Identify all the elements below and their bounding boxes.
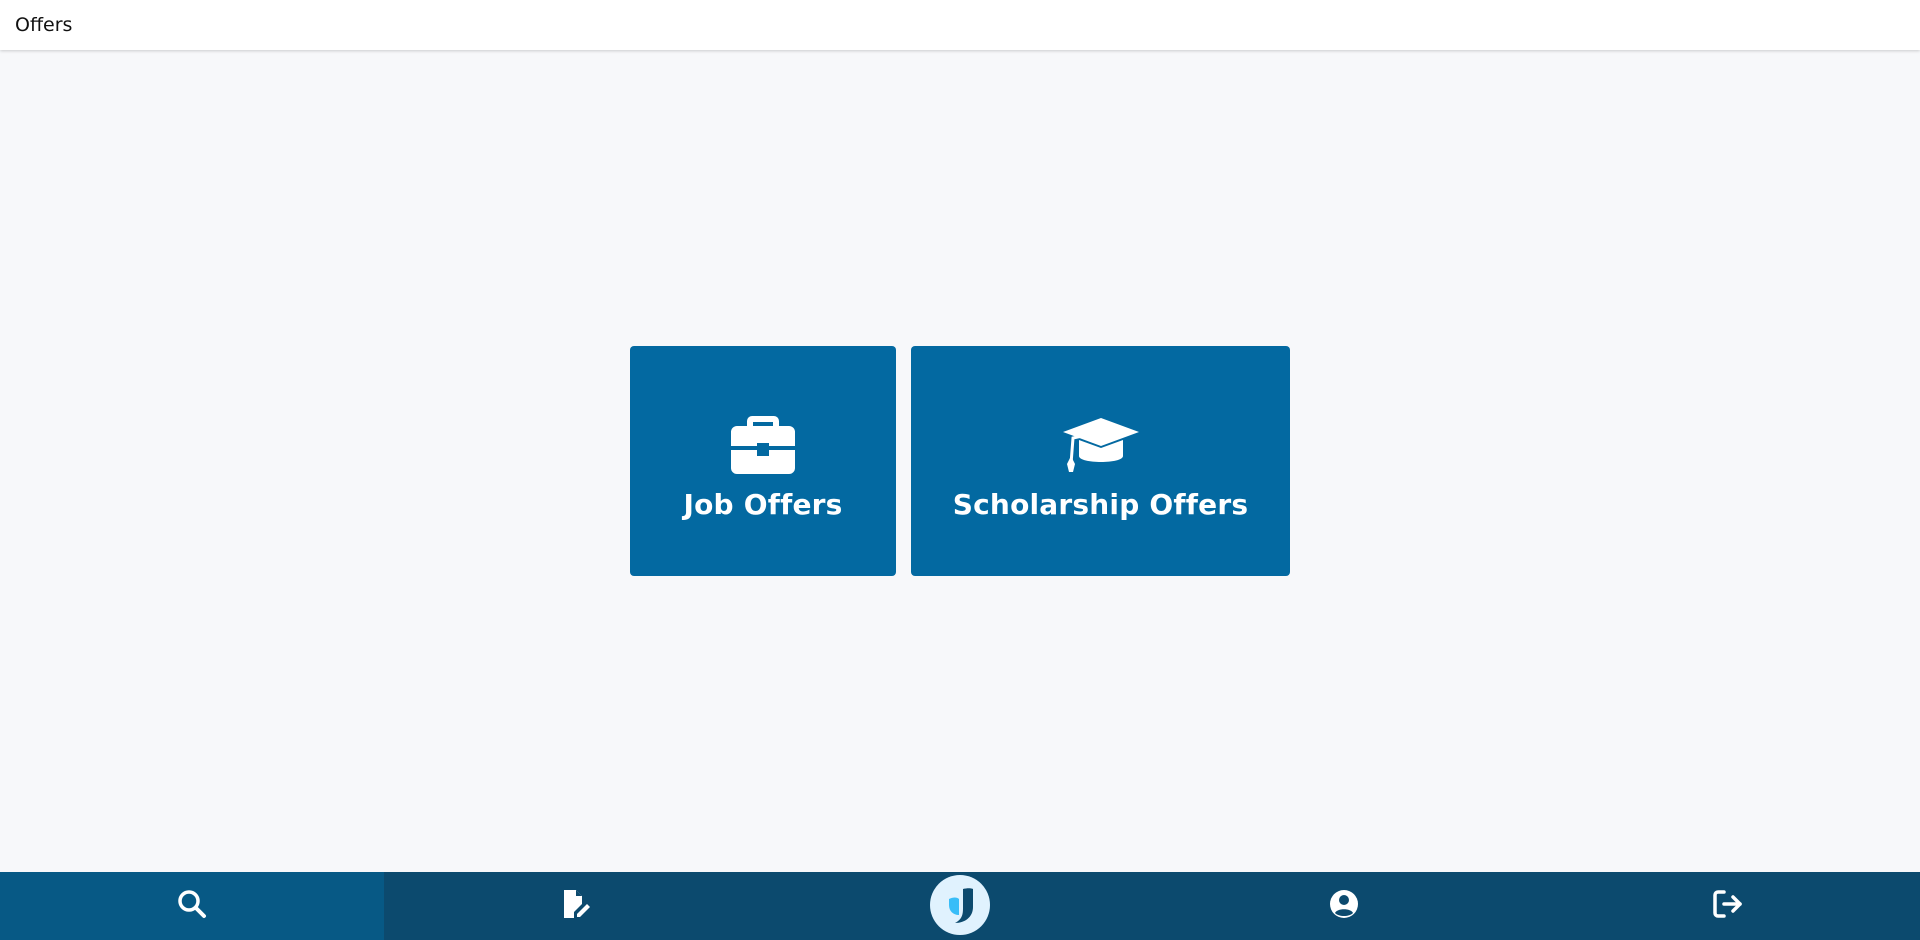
nav-profile[interactable] bbox=[1152, 872, 1536, 940]
nav-search[interactable] bbox=[0, 872, 384, 940]
main-content: Job Offers Scholarship Offers bbox=[0, 50, 1920, 872]
nav-applications[interactable] bbox=[384, 872, 768, 940]
scholarship-offers-tile[interactable]: Scholarship Offers bbox=[911, 346, 1290, 576]
nav-home-logo[interactable] bbox=[768, 872, 1152, 940]
page-title: Offers bbox=[15, 14, 73, 36]
scholarship-offers-label: Scholarship Offers bbox=[952, 487, 1249, 521]
file-edit-icon bbox=[560, 888, 592, 924]
bottom-navigation bbox=[0, 872, 1920, 940]
top-bar: Offers bbox=[0, 0, 1920, 50]
logout-icon bbox=[1712, 888, 1744, 924]
app-logo-icon bbox=[930, 875, 990, 935]
job-offers-label: Job Offers bbox=[683, 487, 843, 521]
briefcase-icon bbox=[723, 412, 803, 476]
nav-logout[interactable] bbox=[1536, 872, 1920, 940]
search-icon bbox=[176, 888, 208, 924]
job-offers-tile[interactable]: Job Offers bbox=[630, 346, 896, 576]
graduation-cap-icon bbox=[1061, 412, 1141, 476]
user-circle-icon bbox=[1328, 888, 1360, 924]
